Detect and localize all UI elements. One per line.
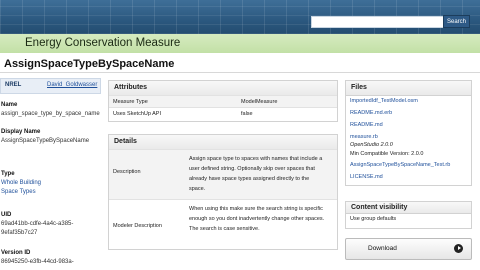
detail-key: Description: [113, 169, 141, 175]
attributes-panel: Attributes Measure Type ModelMeasure Use…: [108, 80, 338, 122]
attribute-value: ModelMeasure: [241, 99, 278, 105]
attribute-value: false: [241, 111, 253, 117]
table-row: Uses SketchUp API false: [109, 107, 337, 121]
uid-value-line-2: 9efaf35b7c27: [1, 230, 38, 236]
description-line: The search is case sensitive.: [189, 226, 260, 232]
uid-label: UID: [1, 212, 12, 218]
site-banner: Search: [0, 0, 480, 34]
file-link[interactable]: ImportedIdf_TestModel.osm: [350, 98, 418, 104]
divider: [0, 72, 480, 73]
type-label: Type: [1, 171, 15, 177]
search-button[interactable]: Search: [443, 15, 470, 28]
type-link-whole-building[interactable]: Whole Building: [1, 180, 41, 186]
search-input[interactable]: [311, 16, 446, 28]
details-panel: Details Description Assign space type to…: [108, 134, 338, 250]
uid-value-line-1: 69ad41bb-cdfe-4a4c-a385-: [1, 221, 74, 227]
detail-key: Modeler Description: [113, 223, 162, 229]
file-link[interactable]: README.md: [350, 122, 383, 128]
table-row: Description Assign space type to spaces …: [109, 149, 337, 200]
description-line: enough so you dont inadvertently change …: [189, 216, 325, 222]
files-panel: Files ImportedIdf_TestModel.osm README.m…: [345, 80, 472, 186]
file-link[interactable]: LICENSE.md: [350, 174, 383, 180]
description-line: already have space types assigned direct…: [189, 176, 310, 182]
detail-modeler-description: When using this make sure the search str…: [189, 204, 324, 234]
file-link[interactable]: measure.rb: [350, 134, 378, 140]
description-line: space.: [189, 186, 206, 192]
version-id-label: Version ID: [1, 250, 31, 256]
page-title: AssignSpaceTypeBySpaceName: [4, 58, 175, 70]
min-compatible-version: Min Compatible Version: 2.0.0: [350, 151, 424, 157]
content-visibility-value: Use group defaults: [350, 216, 397, 222]
attribute-key: Uses SketchUp API: [113, 111, 161, 117]
openstudio-version: OpenStudio 2.0.0: [350, 142, 393, 148]
name-label: Name: [1, 102, 18, 108]
detail-description: Assign space type to spaces with names t…: [189, 154, 322, 194]
download-button[interactable]: Download: [345, 238, 472, 260]
name-value: assign_space_type_by_space_name: [1, 111, 100, 117]
file-link[interactable]: AssignSpaceTypeBySpaceName_Test.rb: [350, 162, 450, 168]
content-visibility-panel: Content visibility Use group defaults: [345, 201, 472, 229]
attribute-key: Measure Type: [113, 99, 148, 105]
table-row: Modeler Description When using this make…: [109, 199, 337, 249]
author-link[interactable]: David_Goldwasser: [47, 82, 97, 88]
description-line: user defined string. Optionally skip ove…: [189, 166, 315, 172]
display-name-value: AssignSpaceTypeBySpaceName: [1, 138, 90, 144]
sidebar-header: NREL David_Goldwasser: [0, 78, 101, 94]
content-visibility-heading: Content visibility: [346, 202, 471, 214]
description-line: When using this make sure the search str…: [189, 206, 323, 212]
play-circle-icon: [454, 244, 463, 253]
attributes-heading: Attributes: [109, 81, 337, 96]
download-label: Download: [368, 245, 397, 252]
description-line: Assign space type to spaces with names t…: [189, 156, 323, 162]
version-id-value: 86945250-e3fb-44cd-983a-: [1, 259, 74, 265]
files-heading: Files: [346, 81, 471, 96]
details-heading: Details: [109, 135, 337, 150]
org-tab[interactable]: NREL: [5, 82, 21, 88]
type-link-space-types[interactable]: Space Types: [1, 189, 36, 195]
display-name-label: Display Name: [1, 129, 41, 135]
section-title: Energy Conservation Measure: [25, 37, 181, 49]
file-link[interactable]: README.md.erb: [350, 110, 392, 116]
section-header-bar: Energy Conservation Measure: [0, 34, 480, 53]
